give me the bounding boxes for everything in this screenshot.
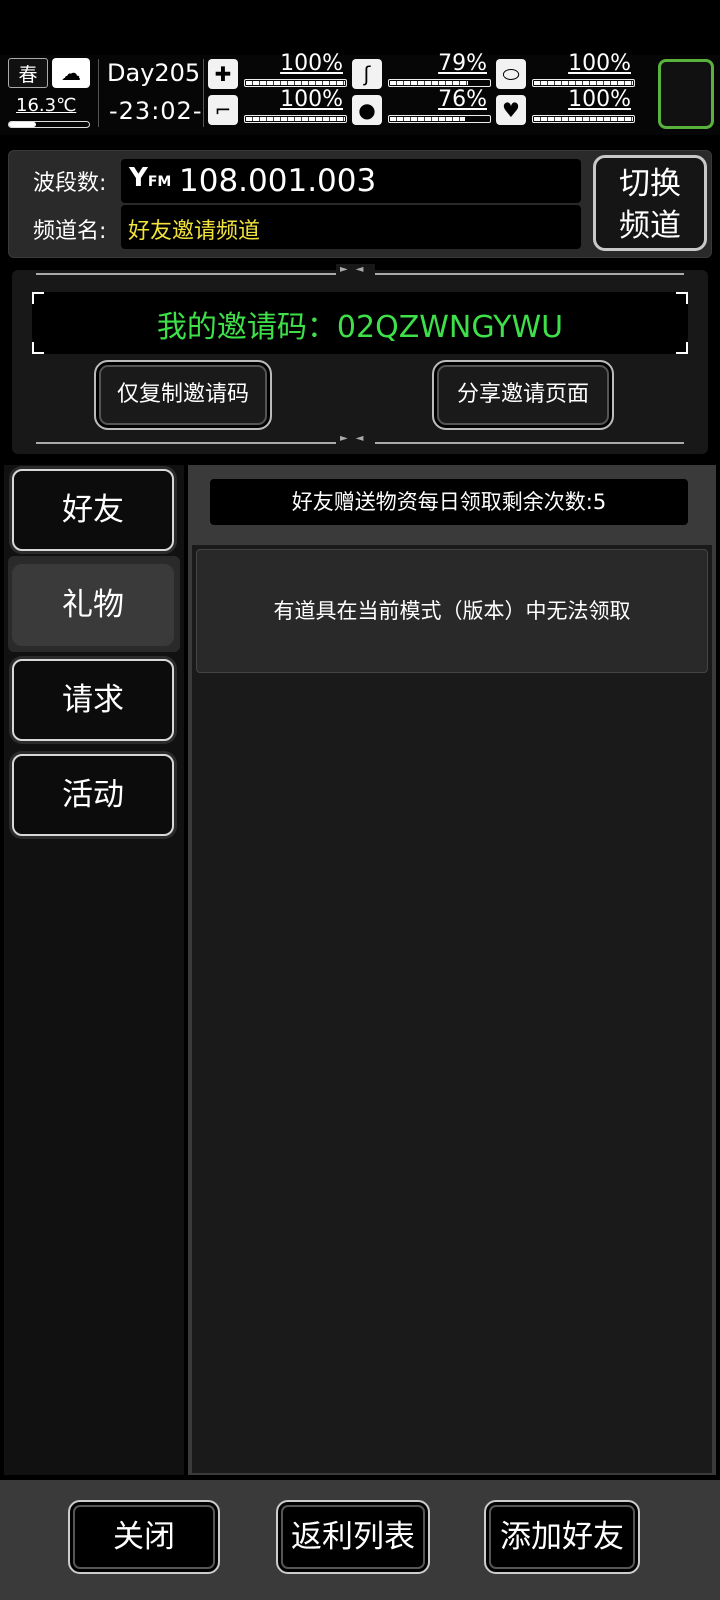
tab-events[interactable]: 活动	[12, 754, 174, 836]
divider	[203, 59, 204, 127]
stat-value: 76%	[438, 87, 487, 112]
stat-value: 100%	[568, 51, 631, 76]
day-counter: Day205	[107, 59, 201, 87]
switch-channel-label-2: 频道	[619, 208, 681, 244]
invite-panel: 我的邀请码：02QZWNGYWU 仅复制邀请码 分享邀请页面	[12, 264, 708, 454]
share-invite-page-button[interactable]: 分享邀请页面	[432, 360, 614, 430]
medkit-icon: ✚	[208, 59, 238, 89]
tab-requests[interactable]: 请求	[12, 659, 174, 741]
stat-bar	[244, 115, 347, 123]
tab-friends[interactable]: 好友	[12, 469, 174, 551]
daily-claim-count: 好友赠送物资每日领取剩余次数:5	[210, 479, 688, 525]
stat-value: 79%	[438, 51, 487, 76]
stat-bar	[388, 115, 491, 123]
category-tabs: 好友 礼物 请求 活动	[4, 465, 184, 1475]
channel-name-value: 好友邀请频道	[128, 219, 261, 244]
channel-name-label: 频道名:	[33, 219, 107, 244]
gift-list[interactable]: 有道具在当前模式（版本）中无法领取	[192, 545, 712, 1473]
radio-panel: 波段数: YFM 108.001.003 频道名: 好友邀请频道 切换 频道	[8, 150, 712, 258]
stat-value: 100%	[280, 87, 343, 112]
stat-bar	[244, 79, 347, 87]
stat-boot: ⌐ 100%	[208, 87, 347, 127]
rebate-list-button[interactable]: 返利列表	[276, 1500, 430, 1574]
frequency-label: 波段数:	[33, 171, 107, 196]
close-button[interactable]: 关闭	[68, 1500, 220, 1574]
gift-content: 好友赠送物资每日领取剩余次数:5 有道具在当前模式（版本）中无法领取	[188, 465, 716, 1475]
status-hud: 春 ☁ 16.3℃ Day205 -23:02- ✚ 100% ʃ 79% ⬭ 100% ⌐…	[0, 51, 720, 135]
minimap-button[interactable]	[658, 59, 714, 129]
divider-top	[36, 264, 684, 275]
invite-code-text: 我的邀请码：02QZWNGYWU	[156, 310, 564, 345]
stat-medkit: ✚ 100%	[208, 51, 347, 91]
switch-channel-button[interactable]: 切换 频道	[593, 155, 707, 251]
stat-stomach: ʃ 79%	[352, 51, 491, 91]
channel-name-display: 好友邀请频道	[121, 205, 581, 249]
stomach-icon: ʃ	[352, 59, 382, 89]
stat-heart: ♥ 100%	[496, 87, 635, 127]
heart-icon: ♥	[496, 95, 526, 125]
stat-value: 100%	[280, 51, 343, 76]
add-friend-button[interactable]: 添加好友	[484, 1500, 640, 1574]
temperature-value: 16.3℃	[16, 95, 77, 116]
pill-icon: ⬭	[496, 59, 526, 89]
list-item: 有道具在当前模式（版本）中无法领取	[196, 549, 708, 673]
boot-icon: ⌐	[208, 95, 238, 125]
stat-pill: ⬭ 100%	[496, 51, 635, 91]
stat-water-drop: ● 76%	[352, 87, 491, 127]
tab-gifts[interactable]: 礼物	[12, 564, 174, 646]
stat-value: 100%	[568, 87, 631, 112]
copy-invite-code-button[interactable]: 仅复制邀请码	[94, 360, 272, 430]
divider-bottom	[36, 433, 684, 444]
season-indicator: 春	[8, 58, 48, 88]
temperature-bar	[8, 121, 90, 128]
clock-time: -23:02-	[109, 97, 203, 125]
weather-cloud-icon: ☁	[52, 58, 90, 88]
water-drop-icon: ●	[352, 95, 382, 125]
stat-bar	[388, 79, 491, 87]
frequency-display: YFM 108.001.003	[121, 159, 581, 203]
stat-bar	[532, 79, 635, 87]
stat-bar	[532, 115, 635, 123]
divider	[98, 59, 99, 127]
fm-antenna-icon: YFM	[129, 163, 172, 193]
frequency-value: 108.001.003	[179, 163, 377, 199]
season-label: 春	[18, 63, 38, 86]
bottom-bar: 关闭 返利列表 添加好友	[0, 1480, 720, 1600]
switch-channel-label-1: 切换	[619, 166, 681, 202]
invite-code-box: 我的邀请码：02QZWNGYWU	[32, 292, 688, 354]
